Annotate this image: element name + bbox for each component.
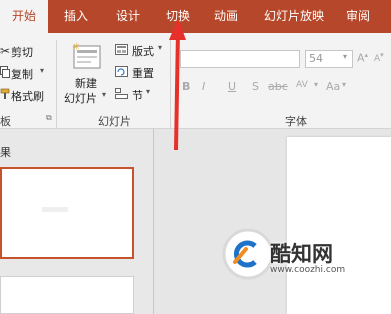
annotation-arrow <box>169 18 186 150</box>
